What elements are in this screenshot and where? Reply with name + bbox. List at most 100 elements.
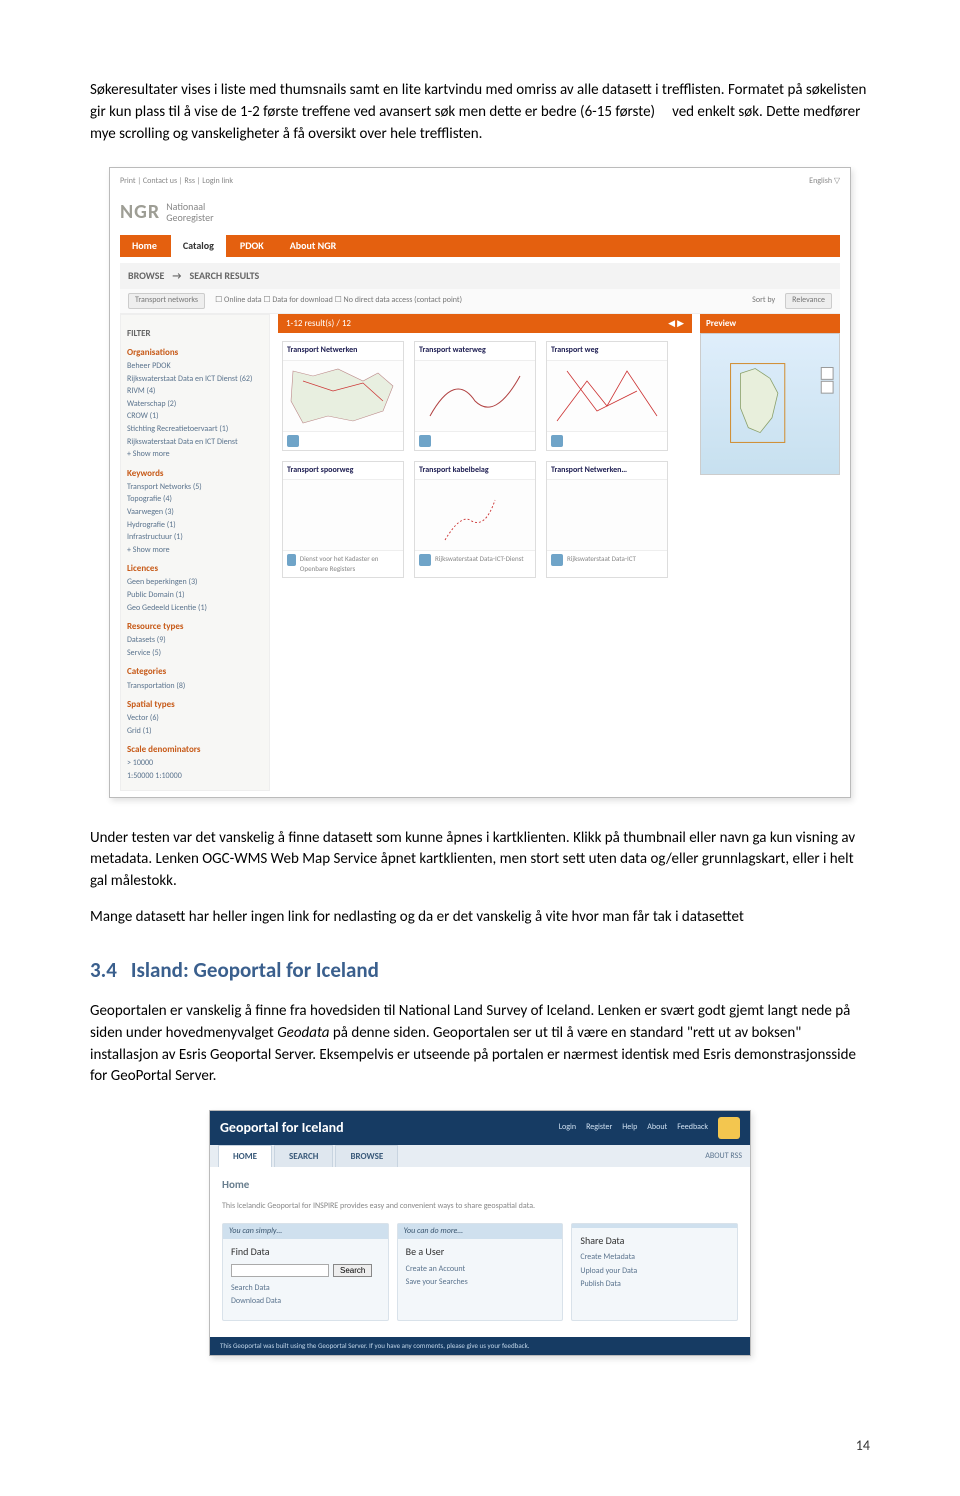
gp-col-share: Share Data Create Metadata Upload your D… [571, 1223, 738, 1321]
ngr-breadcrumb-arrow: → [172, 269, 181, 284]
ngr-sidebar-group-heading: Categories [127, 665, 263, 678]
ngr-result-card[interactable]: Transport waterweg [414, 341, 536, 451]
ngr-sidebar-item[interactable]: Geen beperkingen (3) [127, 577, 263, 589]
ngr-result-card[interactable]: Transport kabelbelagRijkswaterstaat Data… [414, 461, 536, 579]
ngr-sidebar: FILTER OrganisationsBeheer PDOKRijkswate… [120, 314, 270, 791]
page-number: 14 [90, 1436, 870, 1456]
gp-link-search-data[interactable]: Search Data [231, 1283, 380, 1295]
ngr-tab-catalog[interactable]: Catalog [171, 235, 226, 257]
ngr-sidebar-item[interactable]: Datasets (9) [127, 635, 263, 647]
ngr-tab-home[interactable]: Home [120, 235, 169, 257]
ngr-sidebar-item[interactable]: Waterschap (2) [127, 399, 263, 411]
gp-link-feedback[interactable]: Feedback [677, 1122, 708, 1134]
ngr-tabrow: Home Catalog PDOK About NGR [120, 235, 840, 257]
gp-tabset: HOME SEARCH BROWSE [218, 1145, 400, 1167]
info-icon[interactable] [287, 435, 299, 447]
ngr-result-grid: Transport NetwerkenTransport waterwegTra… [278, 333, 692, 586]
ngr-sidebar-item[interactable]: > 10000 [127, 758, 263, 770]
ngr-breadcrumb: BROWSE → SEARCH RESULTS [120, 263, 840, 290]
ngr-sidebar-item[interactable]: + Show more [127, 449, 263, 461]
ngr-card-thumb[interactable] [547, 360, 667, 432]
ngr-preview-heading: Preview [700, 314, 840, 333]
gp-title: Geoportal for Iceland [220, 1118, 344, 1138]
ngr-sidebar-group-heading: Licences [127, 562, 263, 575]
gp-tab-home[interactable]: HOME [218, 1145, 272, 1167]
gp-link-login[interactable]: Login [559, 1122, 576, 1134]
heading-text: Island: Geoportal for Iceland [131, 957, 379, 983]
paragraph-intro: Søkeresultater vises i liste med thumsna… [90, 80, 870, 145]
ngr-sidebar-item[interactable]: Vector (6) [127, 713, 263, 725]
gp-columns: You can simply… Find Data Search Search … [222, 1223, 738, 1321]
ngr-preview-map[interactable] [700, 333, 840, 475]
gp-link-register[interactable]: Register [586, 1122, 612, 1134]
info-icon[interactable] [419, 554, 431, 566]
ngr-card-thumb[interactable] [415, 360, 535, 432]
gp-link-download-data[interactable]: Download Data [231, 1296, 380, 1308]
ngr-sidebar-item[interactable]: Geo Gedeeld Licentie (1) [127, 603, 263, 615]
ngr-sidebar-item[interactable]: Beheer PDOK [127, 361, 263, 373]
gp-window: Geoportal for Iceland Login Register Hel… [209, 1110, 751, 1356]
ngr-sidebar-item[interactable]: Hydrografie (1) [127, 520, 263, 532]
ngr-sidebar-item[interactable]: + Show more [127, 545, 263, 557]
ngr-breadcrumb-browse[interactable]: BROWSE [128, 269, 164, 284]
ngr-sort-value[interactable]: Relevance [785, 293, 832, 309]
ngr-sidebar-item[interactable]: Infrastructuur (1) [127, 532, 263, 544]
ngr-brand-sub: Nationaal Georegister [166, 201, 213, 223]
info-icon[interactable] [551, 554, 563, 566]
ngr-card-thumb[interactable] [415, 479, 535, 551]
gp-link-help[interactable]: Help [622, 1122, 637, 1134]
ngr-card-thumb[interactable] [283, 479, 403, 551]
ngr-card-sub: Rijkswaterstaat Data-ICT-Dienst [435, 554, 524, 566]
ngr-sidebar-item[interactable]: Stichting Recreatietoervaart (1) [127, 424, 263, 436]
gp-link-create-account[interactable]: Create an Account [406, 1264, 555, 1276]
gp-link-upload-data[interactable]: Upload your Data [580, 1266, 729, 1278]
gp-about-rss[interactable]: ABOUT RSS [705, 1147, 742, 1167]
gp-link-publish-data[interactable]: Publish Data [580, 1279, 729, 1291]
info-icon[interactable] [551, 435, 563, 447]
ngr-card-thumb[interactable] [283, 360, 403, 432]
info-icon[interactable] [419, 435, 431, 447]
ngr-card-thumb[interactable] [547, 479, 667, 551]
ngr-preview-column: Preview [700, 314, 840, 791]
gp-tabrow: HOME SEARCH BROWSE ABOUT RSS [210, 1145, 750, 1167]
gp-link-save-searches[interactable]: Save your Searches [406, 1277, 555, 1289]
ngr-tab-about[interactable]: About NGR [278, 235, 348, 257]
ngr-sidebar-item[interactable]: Public Domain (1) [127, 590, 263, 602]
ngr-result-card[interactable]: Transport weg [546, 341, 668, 451]
gp-search-input[interactable] [231, 1264, 329, 1277]
gp-footer: This Geoportal was built using the Geopo… [210, 1337, 750, 1355]
gp-link-about[interactable]: About [647, 1122, 667, 1134]
gp-toplinks: Login Register Help About Feedback [559, 1117, 740, 1139]
gp-tab-browse[interactable]: BROWSE [335, 1145, 398, 1167]
ngr-sidebar-item[interactable]: RIVM (4) [127, 386, 263, 398]
ngr-result-card[interactable]: Transport Netwerken [282, 341, 404, 451]
gp-tab-search[interactable]: SEARCH [274, 1145, 333, 1167]
ngr-sidebar-item[interactable]: Rijkswaterstaat Data en ICT Dienst (62) [127, 374, 263, 386]
ngr-filter-term[interactable]: Transport networks [128, 293, 205, 309]
info-icon[interactable] [287, 554, 296, 566]
ngr-result-card[interactable]: Transport spoorwegDienst voor het Kadast… [282, 461, 404, 579]
ngr-sidebar-item[interactable]: CROW (1) [127, 411, 263, 423]
gp-link-create-metadata[interactable]: Create Metadata [580, 1252, 729, 1264]
ngr-card-sub: Dienst voor het Kadaster en Openbare Reg… [300, 554, 399, 574]
ngr-sidebar-item[interactable]: Rijkswaterstaat Data en ICT Dienst [127, 437, 263, 449]
ngr-result-pager[interactable]: ◀ ▶ [668, 317, 684, 330]
ngr-result-count: 1-12 result(s) / 12 [286, 317, 351, 330]
ngr-sidebar-group-heading: Spatial types [127, 698, 263, 711]
ngr-result-card[interactable]: Transport Netwerken…Rijkswaterstaat Data… [546, 461, 668, 579]
gp-search-button[interactable]: Search [333, 1264, 372, 1277]
ngr-sidebar-item[interactable]: Grid (1) [127, 726, 263, 738]
ngr-sidebar-group-heading: Organisations [127, 346, 263, 359]
ngr-sidebar-item[interactable]: Transport Networks (5) [127, 482, 263, 494]
ngr-sidebar-item[interactable]: Vaarwegen (3) [127, 507, 263, 519]
gp-col-find-hd: You can simply… [223, 1224, 388, 1240]
ngr-sidebar-item[interactable]: Service (5) [127, 648, 263, 660]
ngr-tab-pdok[interactable]: PDOK [228, 235, 276, 257]
figure-geoportal: Geoportal for Iceland Login Register Hel… [90, 1110, 870, 1356]
ngr-sidebar-item[interactable]: Topografie (4) [127, 494, 263, 506]
ngr-sidebar-item[interactable]: Transportation (8) [127, 681, 263, 693]
ngr-breadcrumb-results: SEARCH RESULTS [189, 269, 259, 284]
ngr-filter-opts[interactable]: ☐ Online data ☐ Data for download ☐ No d… [215, 295, 462, 307]
ngr-sidebar-item[interactable]: 1:50000 1:10000 [127, 771, 263, 783]
gp-col-share-hd [572, 1224, 737, 1228]
